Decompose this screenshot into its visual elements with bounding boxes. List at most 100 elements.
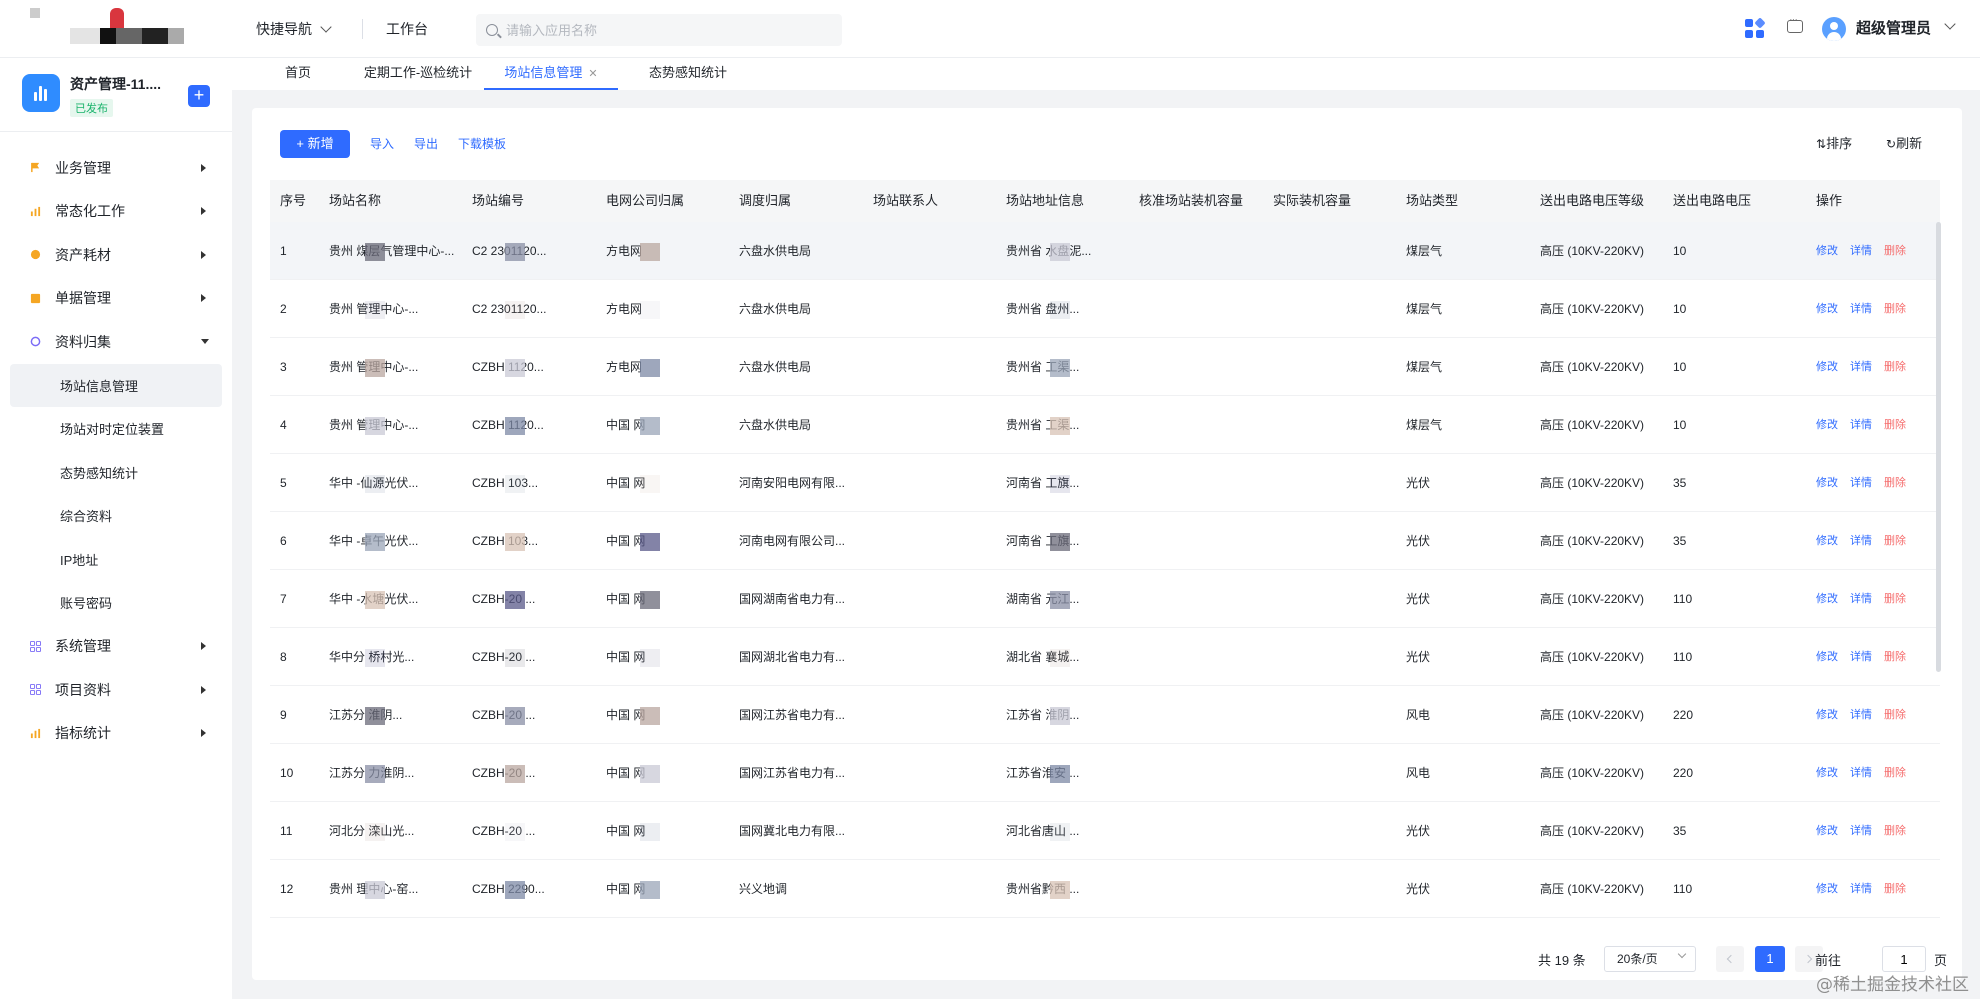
detail-link[interactable]: 详情 — [1850, 396, 1872, 454]
redaction-mosaic — [1050, 881, 1070, 899]
delete-link[interactable]: 删除 — [1884, 570, 1906, 628]
logo[interactable] — [30, 8, 190, 50]
delete-link[interactable]: 删除 — [1884, 280, 1906, 338]
table-row[interactable]: 9 江苏分 淮阴... CZBH-20 ... 中国 网国网江苏省电力有... 江苏省 … — [270, 686, 1940, 744]
table-cell-level: 高压 (10KV-220KV) — [1540, 882, 1645, 896]
edit-link[interactable]: 修改 — [1816, 280, 1838, 338]
detail-link[interactable]: 详情 — [1850, 860, 1872, 918]
sidebar-item-business[interactable]: 业务管理 — [0, 146, 232, 190]
detail-link[interactable]: 详情 — [1850, 338, 1872, 396]
sidebar-item-consumables[interactable]: 资产耗材 — [0, 233, 232, 277]
add-new-button[interactable]: + 新增 — [280, 130, 350, 158]
table-row[interactable]: 7 华中 -水塘光伏... CZBH-20 ... 中国 网国网湖南省电力有... 湖南… — [270, 570, 1940, 628]
tab-situation-stats[interactable]: 态势感知统计 — [638, 58, 738, 90]
redaction-mosaic — [505, 591, 525, 609]
search-input[interactable] — [506, 22, 826, 38]
app-search[interactable] — [476, 14, 842, 46]
edit-link[interactable]: 修改 — [1816, 744, 1838, 802]
delete-link[interactable]: 删除 — [1884, 454, 1906, 512]
workbench-link[interactable]: 工作台 — [386, 0, 428, 58]
prev-page-button[interactable] — [1716, 946, 1744, 972]
detail-link[interactable]: 详情 — [1850, 686, 1872, 744]
chevron-down-icon[interactable] — [1944, 18, 1956, 30]
table-row[interactable]: 3 贵州 管理中心-... CZBH 1120... 方电网 六盘水供电局 贵州省 工渠… — [270, 338, 1940, 396]
table-row[interactable]: 4 贵州 管理中心-... CZBH 1120... 中国 网六盘水供电局 贵州省 工渠… — [270, 396, 1940, 454]
sidebar-item-archive[interactable]: 资料归集 — [0, 320, 232, 364]
tab-home[interactable]: 首页 — [278, 58, 318, 90]
table-row[interactable]: 6华中 -卓午光伏...CZBH 103...中国 网河南电网有限公司...河南… — [270, 512, 1940, 570]
close-icon[interactable]: ✕ — [588, 68, 597, 80]
edit-link[interactable]: 修改 — [1816, 454, 1838, 512]
sidebar-subitem-account-password[interactable]: 账号密码 — [0, 581, 232, 625]
delete-link[interactable]: 删除 — [1884, 222, 1906, 280]
sidebar-item-system[interactable]: 系统管理 — [0, 625, 232, 669]
detail-link[interactable]: 详情 — [1850, 802, 1872, 860]
table-row[interactable]: 8 华中分 桥村光... CZBH-20 ... 中国 网国网湖北省电力有... 湖北省… — [270, 628, 1940, 686]
goto-page-input[interactable] — [1882, 946, 1926, 972]
app-name[interactable]: 资产管理-11.... — [70, 74, 161, 94]
edit-link[interactable]: 修改 — [1816, 686, 1838, 744]
sidebar-subitem-station-timing[interactable]: 场站对时定位装置 — [0, 407, 232, 451]
sort-button[interactable]: ⇅排序 — [1816, 130, 1852, 158]
table-cell-address: 贵州省 水盘泥... — [1006, 244, 1092, 258]
table-row[interactable]: 1贵州 煤层气管理中心-...C2 2301120... 方电网六盘水供电局贵州… — [270, 222, 1940, 280]
edit-link[interactable]: 修改 — [1816, 860, 1838, 918]
table-row[interactable]: 10 江苏分 力淮阴... CZBH-20 ... 中国 网国网江苏省电力有... 江苏… — [270, 744, 1940, 802]
table-cell-name: 贵州 管理中心-... — [329, 302, 419, 316]
tab-station-info[interactable]: 场站信息管理 ✕ — [484, 58, 618, 90]
edit-link[interactable]: 修改 — [1816, 222, 1838, 280]
detail-link[interactable]: 详情 — [1850, 744, 1872, 802]
table-row[interactable]: 12 贵州 理中心-窑... CZBH 2290... 中国 网兴义地调 贵州省黔西 .… — [270, 860, 1940, 918]
delete-link[interactable]: 删除 — [1884, 860, 1906, 918]
refresh-button[interactable]: ↻刷新 — [1886, 130, 1922, 158]
quick-nav-dropdown[interactable]: 快捷导航 — [256, 0, 332, 58]
apps-icon[interactable] — [1745, 17, 1766, 39]
edit-link[interactable]: 修改 — [1816, 802, 1838, 860]
edit-link[interactable]: 修改 — [1816, 628, 1838, 686]
sidebar-item-documents[interactable]: 单据管理 — [0, 277, 232, 321]
redaction-mosaic — [505, 301, 525, 319]
sidebar-item-metrics[interactable]: 指标统计 — [0, 712, 232, 756]
username[interactable]: 超级管理员 — [1856, 0, 1931, 58]
import-button[interactable]: 导入 — [370, 130, 394, 158]
sidebar-item-project-docs[interactable]: 项目资料 — [0, 668, 232, 712]
avatar[interactable] — [1822, 17, 1846, 41]
edit-link[interactable]: 修改 — [1816, 396, 1838, 454]
delete-link[interactable]: 删除 — [1884, 396, 1906, 454]
message-icon[interactable] — [1787, 14, 1803, 33]
column-header: 实际装机容量 — [1273, 193, 1352, 208]
table-cell-actual — [1273, 570, 1401, 628]
sidebar-subitem-ip-address[interactable]: IP地址 — [0, 538, 232, 582]
delete-link[interactable]: 删除 — [1884, 338, 1906, 396]
redaction-mosaic — [640, 359, 660, 377]
table-row[interactable]: 2 贵州 管理中心-... C2 2301120... 方电网 六盘水供电局 贵州省 盘… — [270, 280, 1940, 338]
tab-inspection-stats[interactable]: 定期工作-巡检统计 — [344, 58, 492, 90]
delete-link[interactable]: 删除 — [1884, 744, 1906, 802]
detail-link[interactable]: 详情 — [1850, 280, 1872, 338]
delete-link[interactable]: 删除 — [1884, 512, 1906, 570]
detail-link[interactable]: 详情 — [1850, 570, 1872, 628]
delete-link[interactable]: 删除 — [1884, 802, 1906, 860]
export-button[interactable]: 导出 — [414, 130, 438, 158]
sidebar-item-label: 项目资料 — [55, 681, 111, 698]
delete-link[interactable]: 删除 — [1884, 686, 1906, 744]
table-scrollbar[interactable] — [1936, 222, 1941, 672]
edit-link[interactable]: 修改 — [1816, 570, 1838, 628]
sidebar-subitem-station-info[interactable]: 场站信息管理 — [10, 363, 222, 407]
detail-link[interactable]: 详情 — [1850, 454, 1872, 512]
edit-link[interactable]: 修改 — [1816, 512, 1838, 570]
detail-link[interactable]: 详情 — [1850, 222, 1872, 280]
sidebar-subitem-general-docs[interactable]: 综合资料 — [0, 494, 232, 538]
detail-link[interactable]: 详情 — [1850, 628, 1872, 686]
delete-link[interactable]: 删除 — [1884, 628, 1906, 686]
edit-link[interactable]: 修改 — [1816, 338, 1838, 396]
current-page-button[interactable]: 1 — [1755, 946, 1785, 972]
add-button[interactable]: + — [188, 85, 210, 107]
sidebar-subitem-situation-stats[interactable]: 态势感知统计 — [0, 451, 232, 495]
table-row[interactable]: 11 河北分 滦山光... CZBH-20 ... 中国 网国网冀北电力有限... 河北… — [270, 802, 1940, 860]
sidebar-item-routine[interactable]: 常态化工作 — [0, 190, 232, 234]
table-row[interactable]: 5 华中 -仙源光伏... CZBH 103... 中国 网河南安阳电网有限... 河南… — [270, 454, 1940, 512]
page-size-select[interactable]: 20条/页 — [1604, 946, 1696, 972]
detail-link[interactable]: 详情 — [1850, 512, 1872, 570]
download-template-button[interactable]: 下载模板 — [458, 130, 506, 158]
